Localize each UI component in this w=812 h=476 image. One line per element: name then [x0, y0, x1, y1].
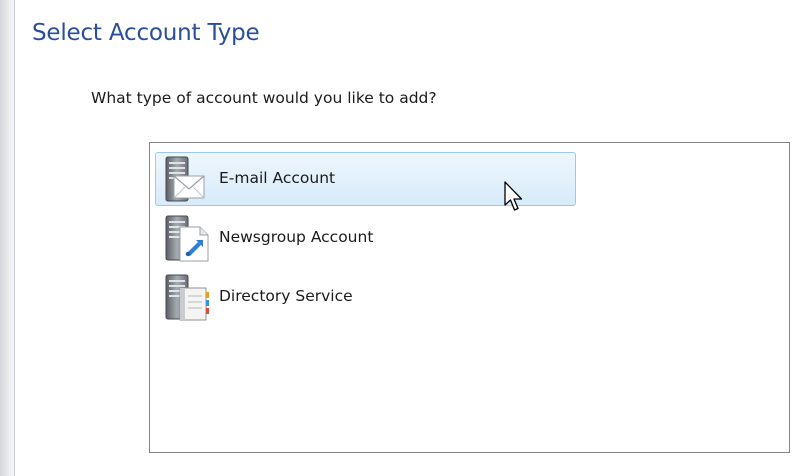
account-type-list[interactable]: E-mail Account Newsgroup Account Directo… — [149, 142, 790, 453]
list-item-directory-service[interactable]: Directory Service — [155, 270, 576, 324]
list-item-label: Directory Service — [219, 287, 353, 305]
dialog-left-edge — [0, 0, 14, 476]
add-account-dialog: Select Account Type What type of account… — [0, 0, 812, 476]
dialog-edge-line — [14, 0, 15, 476]
list-item-newsgroup-account[interactable]: Newsgroup Account — [155, 211, 576, 265]
email-server-icon — [165, 156, 205, 202]
list-item-label: Newsgroup Account — [219, 228, 374, 246]
page-title: Select Account Type — [32, 20, 260, 46]
list-item-email-account[interactable]: E-mail Account — [155, 152, 576, 206]
list-item-label: E-mail Account — [219, 169, 336, 187]
account-type-question: What type of account would you like to a… — [91, 89, 437, 107]
newsgroup-server-icon — [165, 215, 209, 262]
directory-server-icon — [165, 274, 209, 321]
